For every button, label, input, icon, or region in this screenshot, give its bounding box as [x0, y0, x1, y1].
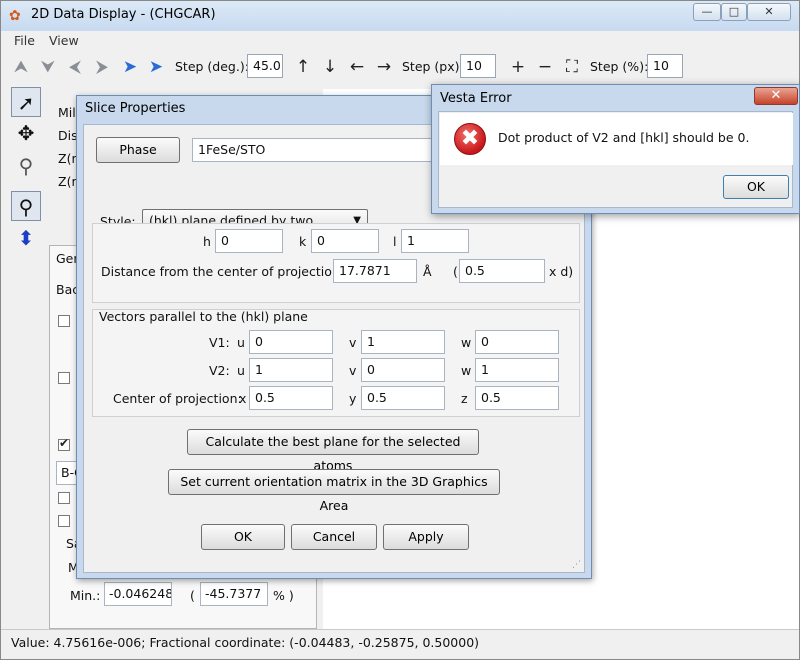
slice-plane-tool-icon[interactable]: ⬍: [11, 223, 41, 253]
center-x-label: x: [239, 391, 247, 406]
zoom-region-tool-icon[interactable]: ⚲: [11, 191, 41, 221]
select-tool-icon[interactable]: ➚: [11, 87, 41, 117]
arrow-left-icon[interactable]: ←: [346, 56, 368, 78]
l-input[interactable]: 1: [401, 229, 469, 253]
center-z-label: z: [461, 391, 468, 406]
fit-to-window-icon[interactable]: ⛶: [561, 56, 583, 78]
rotate-cw-icon[interactable]: ➤: [145, 56, 167, 78]
set-orientation-matrix-button[interactable]: Set current orientation matrix in the 3D…: [168, 469, 500, 513]
bg-checkbox-2[interactable]: [58, 372, 70, 384]
v2-label: V2:: [209, 363, 230, 378]
v1-w-input[interactable]: 0: [475, 330, 559, 354]
v1-w-label: w: [461, 335, 472, 350]
v2-w-label: w: [461, 363, 472, 378]
k-label: k: [299, 234, 307, 249]
d-suffix: x d): [549, 264, 574, 279]
d-multiplier-input[interactable]: 0.5: [459, 259, 545, 283]
min-value-input[interactable]: -0.0462487: [104, 582, 172, 606]
min-percent-input[interactable]: -45.7377: [200, 582, 268, 606]
min-percent-suffix: % ): [273, 588, 294, 603]
v1-label: V1:: [209, 335, 230, 350]
phase-field[interactable]: 1FeSe/STO: [192, 138, 432, 162]
main-window-title: 2D Data Display - (CHGCAR): [31, 7, 216, 22]
center-z-input[interactable]: 0.5: [475, 386, 559, 410]
menu-bar: File View: [1, 31, 799, 51]
error-dialog-title: Vesta Error: [440, 91, 512, 106]
min-paren-open: (: [190, 588, 195, 603]
arrow-down-icon[interactable]: ↓: [319, 56, 341, 78]
rotate-left-icon[interactable]: ⮜: [64, 56, 86, 78]
menu-file[interactable]: File: [14, 33, 35, 48]
main-titlebar[interactable]: ✿ 2D Data Display - (CHGCAR) — □ ✕: [1, 1, 799, 31]
distance-label: Distance from the center of projection:: [101, 264, 345, 279]
phase-button[interactable]: Phase: [96, 137, 180, 163]
arrow-up-icon[interactable]: ↑: [292, 56, 314, 78]
vesta-app-icon: ✿: [9, 8, 21, 24]
l-label: l: [393, 234, 397, 249]
d-paren-open: (: [453, 264, 458, 279]
v1-v-label: v: [349, 335, 357, 350]
apply-button[interactable]: Apply: [383, 524, 469, 550]
distance-input[interactable]: 17.7871: [333, 259, 417, 283]
bg-label-miller: Mil: [58, 105, 76, 120]
rotate-ccw-icon[interactable]: ➤: [119, 56, 141, 78]
center-y-input[interactable]: 0.5: [361, 386, 445, 410]
zoom-out-icon[interactable]: −: [534, 56, 556, 78]
resize-grip-icon[interactable]: ⋰: [572, 560, 581, 570]
zoom-in-icon[interactable]: +: [507, 56, 529, 78]
v2-u-input[interactable]: 1: [249, 358, 333, 382]
k-input[interactable]: 0: [311, 229, 379, 253]
v1-u-input[interactable]: 0: [249, 330, 333, 354]
v1-u-label: u: [237, 335, 245, 350]
rotate-right-icon[interactable]: ⮞: [91, 56, 113, 78]
menu-view[interactable]: View: [49, 33, 79, 48]
error-icon: ✖: [454, 123, 486, 155]
status-bar: Value: 4.75616e-006; Fractional coordina…: [1, 629, 799, 659]
arrow-right-icon[interactable]: →: [373, 56, 395, 78]
min-label: Min.:: [70, 588, 101, 603]
h-label: h: [203, 234, 211, 249]
move-tool-icon[interactable]: ✥: [11, 118, 41, 148]
v2-v-label: v: [349, 363, 357, 378]
h-input[interactable]: 0: [215, 229, 283, 253]
step-px-input[interactable]: 10: [460, 54, 496, 78]
v2-w-input[interactable]: 1: [475, 358, 559, 382]
bg-checkbox-4[interactable]: [58, 515, 70, 527]
error-ok-button[interactable]: OK: [723, 175, 789, 199]
center-y-label: y: [349, 391, 357, 406]
step-pct-input[interactable]: 10: [647, 54, 683, 78]
maximize-button[interactable]: □: [721, 3, 747, 21]
rotate-up-icon[interactable]: ⮝: [10, 56, 32, 78]
step-deg-input[interactable]: 45.0: [247, 54, 283, 78]
vesta-error-dialog: Vesta Error ✕ ✖ Dot product of V2 and [h…: [431, 84, 800, 214]
step-px-label: Step (px):: [402, 59, 464, 74]
vectors-group-title: Vectors parallel to the (hkl) plane: [99, 309, 308, 324]
close-button[interactable]: ✕: [747, 3, 791, 21]
minimize-button[interactable]: —: [693, 3, 721, 21]
angstrom-unit: Å: [423, 264, 432, 279]
error-message: Dot product of V2 and [hkl] should be 0.: [498, 130, 750, 145]
status-text: Value: 4.75616e-006; Fractional coordina…: [11, 635, 480, 650]
bg-checkbox-1[interactable]: [58, 315, 70, 327]
ok-button[interactable]: OK: [201, 524, 285, 550]
error-dialog-body: ✖ Dot product of V2 and [hkl] should be …: [438, 111, 793, 208]
zoom-tool-icon[interactable]: ⚲: [11, 151, 41, 181]
v1-v-input[interactable]: 1: [361, 330, 445, 354]
rotate-down-icon[interactable]: ⮟: [37, 56, 59, 78]
calculate-best-plane-button[interactable]: Calculate the best plane for the selecte…: [187, 429, 479, 473]
bg-checkbox-3[interactable]: [58, 492, 70, 504]
cancel-button[interactable]: Cancel: [291, 524, 377, 550]
plane-group: h 0 k 0 l 1 Distance from the center of …: [92, 223, 580, 303]
bg-checkbox-checked[interactable]: ✔: [58, 436, 70, 451]
error-close-button[interactable]: ✕: [754, 87, 798, 105]
v2-v-input[interactable]: 0: [361, 358, 445, 382]
step-pct-label: Step (%):: [590, 59, 649, 74]
vectors-group: Vectors parallel to the (hkl) plane V1: …: [92, 309, 580, 417]
v2-u-label: u: [237, 363, 245, 378]
step-deg-label: Step (deg.):: [175, 59, 249, 74]
slice-dialog-title: Slice Properties: [85, 101, 186, 116]
center-label: Center of projection:: [113, 391, 242, 406]
error-message-area: ✖ Dot product of V2 and [hkl] should be …: [440, 113, 793, 165]
center-x-input[interactable]: 0.5: [249, 386, 333, 410]
